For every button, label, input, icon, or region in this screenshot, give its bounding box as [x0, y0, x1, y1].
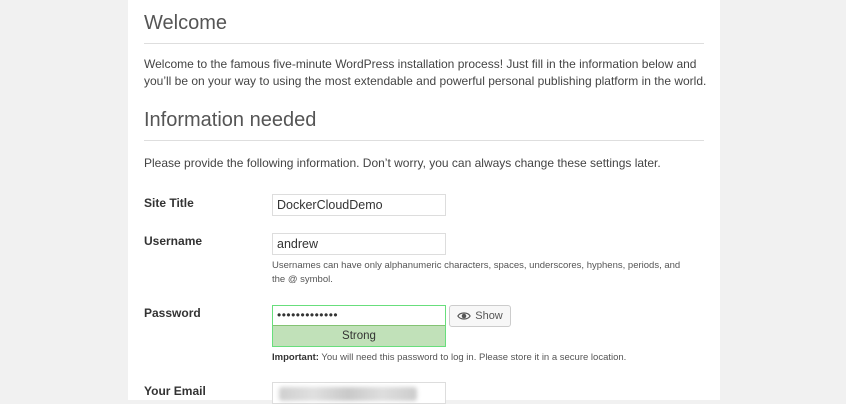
welcome-text: Welcome to the famous five-minute WordPr…	[144, 57, 707, 88]
email-input[interactable]	[272, 382, 446, 404]
username-input[interactable]: andrew	[272, 233, 446, 255]
username-hint: Usernames can have only alphanumeric cha…	[272, 260, 681, 285]
eye-icon	[457, 312, 472, 320]
username-label: Username	[144, 234, 203, 248]
password-note: Important: You will need this password t…	[272, 351, 692, 365]
info-text: Please provide the following information…	[144, 156, 661, 170]
password-strength-meter: Strong	[273, 325, 445, 346]
site-title-input[interactable]: DockerCloudDemo	[272, 194, 446, 216]
password-note-text: You will need this password to log in. P…	[318, 352, 627, 363]
password-note-important: Important:	[272, 352, 319, 363]
welcome-heading: Welcome	[144, 12, 704, 44]
password-input[interactable]: •••••••••••••	[273, 306, 445, 327]
email-label: Your Email	[144, 384, 206, 398]
password-field[interactable]: ••••••••••••• Strong	[272, 305, 446, 347]
redacted-email	[279, 387, 417, 401]
site-title-label: Site Title	[144, 196, 194, 210]
password-label: Password	[144, 306, 201, 320]
show-password-button[interactable]: Show	[449, 305, 511, 327]
info-heading: Information needed	[144, 109, 704, 141]
show-password-label: Show	[475, 310, 503, 322]
install-card: Welcome Welcome to the famous five-minut…	[128, 0, 720, 404]
